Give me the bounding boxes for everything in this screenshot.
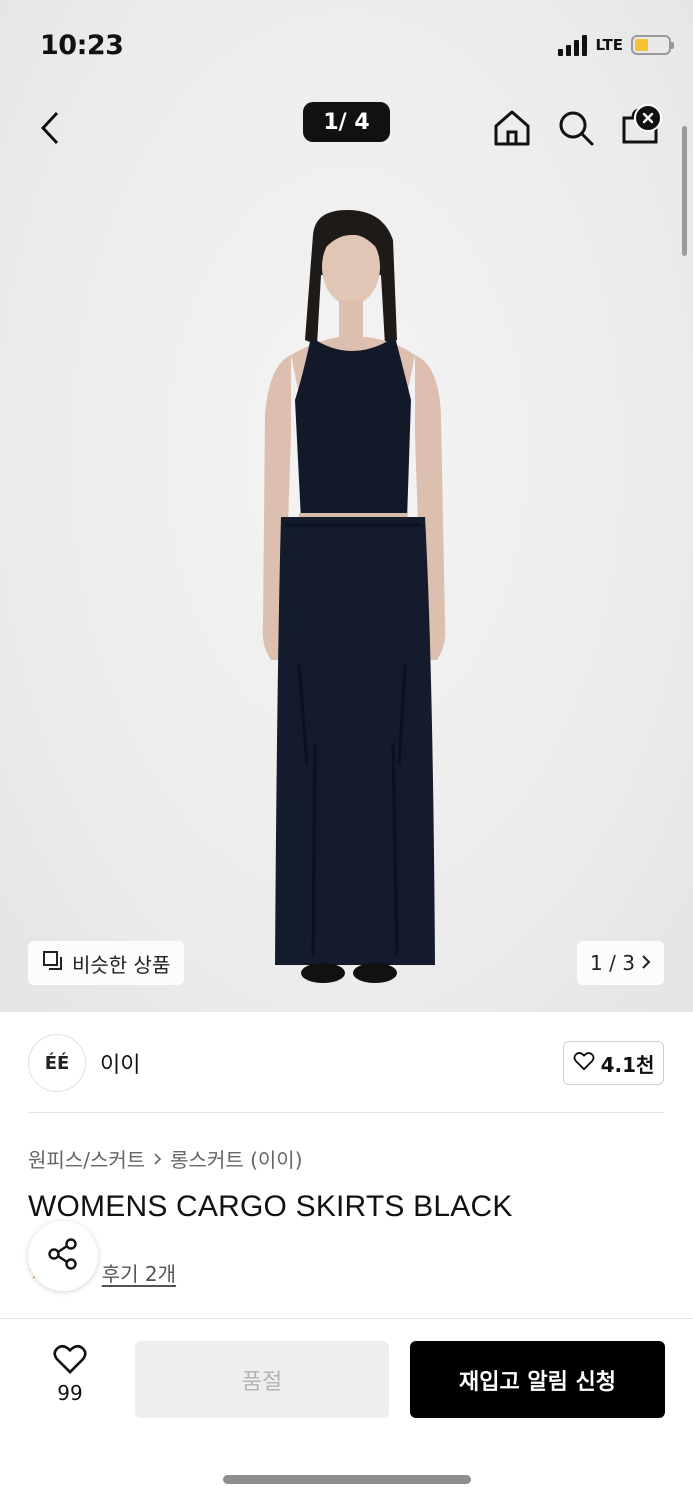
image-counter: 1/ 4 (303, 102, 390, 142)
battery-icon (631, 35, 674, 55)
chevron-right-icon (641, 951, 651, 975)
cart-button[interactable] (614, 102, 666, 154)
brand-name[interactable]: 이이 (100, 1047, 140, 1079)
product-title: WOMENS CARGO SKIRTS BLACK (28, 1190, 513, 1223)
search-icon (557, 109, 595, 151)
similar-icon (42, 950, 64, 977)
similar-products-label: 비슷한 상품 (72, 952, 171, 977)
soldout-button[interactable]: 품절 (135, 1341, 389, 1418)
product-photo (262, 210, 446, 983)
breadcrumb: 원피스/스커트 롱스커트 (이이) (28, 1144, 303, 1173)
brand-logo[interactable]: ÉÉ (28, 1034, 86, 1092)
share-button[interactable] (28, 1221, 98, 1291)
home-indicator[interactable] (223, 1475, 471, 1484)
back-icon (40, 111, 60, 149)
search-button[interactable] (552, 106, 600, 154)
share-icon (46, 1237, 80, 1275)
divider (28, 1112, 664, 1113)
restock-alert-button[interactable]: 재입고 알림 신청 (410, 1341, 665, 1418)
heart-icon (52, 1344, 88, 1379)
heart-icon (573, 1051, 595, 1076)
similar-products-button[interactable]: 비슷한 상품 (28, 941, 185, 985)
signal-icon (558, 34, 588, 56)
bottom-action-bar: 99 품절 재입고 알림 신청 (0, 1318, 693, 1500)
brand-like-button[interactable]: 4.1천 (563, 1041, 664, 1085)
breadcrumb-item[interactable]: 롱스커트 (이이) (170, 1144, 302, 1173)
wishlist-count: 99 (57, 1381, 83, 1405)
top-navigation: 1/ 4 (0, 96, 693, 162)
brand-like-count: 4.1천 (600, 1052, 655, 1077)
brand-row: ÉÉ 이이 4.1천 (0, 1012, 693, 1114)
gallery-page-button[interactable]: 1 / 3 (577, 941, 664, 985)
home-icon (492, 108, 532, 152)
scrollbar[interactable] (682, 126, 687, 256)
gallery-page-indicator: 1 / 3 (590, 951, 635, 975)
home-button[interactable] (488, 106, 536, 154)
chevron-right-icon (153, 1147, 162, 1171)
breadcrumb-item[interactable]: 원피스/스커트 (28, 1144, 145, 1173)
status-bar: 10:23 LTE (0, 0, 693, 90)
wishlist-button[interactable]: 99 (40, 1343, 100, 1405)
back-button[interactable] (28, 108, 72, 152)
status-time: 10:23 (40, 30, 124, 61)
status-icons: LTE (558, 34, 674, 56)
network-label: LTE (595, 36, 623, 54)
close-icon[interactable] (634, 104, 662, 132)
review-link[interactable]: 후기 2개 (102, 1258, 176, 1287)
